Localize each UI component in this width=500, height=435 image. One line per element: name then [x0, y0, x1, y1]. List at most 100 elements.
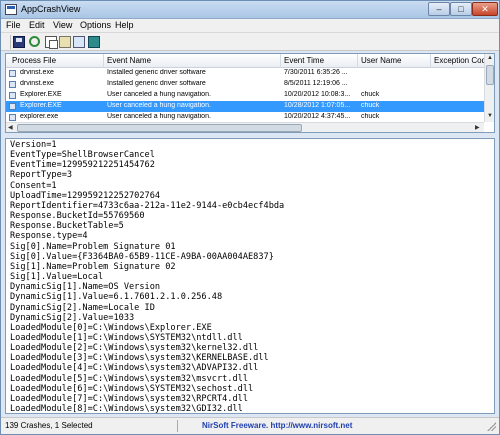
- cell-event-name: User canceled a hung navigation.: [107, 91, 211, 98]
- properties-icon[interactable]: [59, 36, 71, 48]
- report-line: DynamicSig[1].Name=OS Version: [10, 282, 161, 293]
- report-line: ReportIdentifier=4733c6aa-212a-11e2-9144…: [10, 200, 285, 211]
- cell-process-file: drvinst.exe: [20, 69, 54, 76]
- report-line: Sig[0].Value={F3364BA0-65B9-11CE-A9BA-00…: [10, 251, 274, 262]
- cell-process-file: drvinst.exe: [20, 80, 54, 87]
- toolbar-separator: [10, 35, 11, 49]
- cell-process-file: Explorer.EXE: [20, 102, 62, 109]
- cell-event-time: 8/5/2011 12:19:06 ...: [284, 80, 348, 87]
- scroll-up-icon[interactable]: ▲: [487, 55, 493, 61]
- menu-bar: File Edit View Options Help: [1, 19, 499, 33]
- scroll-right-icon[interactable]: ▶: [475, 124, 480, 131]
- menu-file[interactable]: File: [6, 20, 21, 30]
- report-line: UploadTime=129959212252702764: [10, 190, 161, 201]
- cell-event-time: 10/20/2012 4:37:45...: [284, 113, 351, 120]
- crash-report-icon: [9, 114, 16, 121]
- table-row[interactable]: Explorer.EXE User canceled a hung naviga…: [6, 90, 484, 101]
- cell-user-name: chuck: [361, 102, 380, 109]
- crash-details-pane[interactable]: Version=1 EventType=ShellBrowserCancel Eve…: [5, 138, 495, 414]
- menu-options[interactable]: Options: [80, 20, 111, 30]
- minimize-button[interactable]: –: [428, 2, 450, 16]
- cell-process-file: explorer.exe: [20, 113, 59, 120]
- toolbar: [1, 33, 499, 51]
- report-line: EventType=ShellBrowserCancel: [10, 150, 155, 161]
- nirsoft-link[interactable]: NirSoft Freeware. http://www.nirsoft.net: [202, 421, 352, 430]
- crash-report-icon: [9, 81, 16, 88]
- table-row[interactable]: drvinst.exe Installed generic driver sof…: [6, 79, 484, 90]
- column-header: Process File Event Name Event Time User …: [6, 54, 484, 68]
- report-line: LoadedModule[1]=C:\Windows\SYSTEM32\ntdl…: [10, 332, 243, 343]
- cell-user-name: chuck: [361, 113, 380, 120]
- html-report-icon[interactable]: [73, 36, 85, 48]
- column-user-name[interactable]: User Name: [361, 56, 431, 65]
- cell-user-name: chuck: [361, 91, 380, 98]
- cell-event-time: 10/28/2012 1:07:05...: [284, 102, 351, 109]
- report-line: LoadedModule[0]=C:\Windows\Explorer.EXE: [10, 322, 212, 333]
- report-line: LoadedModule[2]=C:\Windows\system32\kern…: [10, 343, 259, 354]
- menu-help[interactable]: Help: [115, 20, 134, 30]
- vertical-scroll-thumb[interactable]: [486, 65, 494, 85]
- title-bar[interactable]: AppCrashView – □ ✕: [1, 1, 499, 19]
- cell-event-name: User canceled a hung navigation.: [107, 102, 211, 109]
- cell-event-name: Installed generic driver software: [107, 80, 206, 87]
- column-divider[interactable]: [357, 54, 358, 68]
- maximize-button[interactable]: □: [450, 2, 472, 16]
- report-line: Consent=1: [10, 180, 57, 191]
- scroll-left-icon[interactable]: ◀: [8, 124, 13, 131]
- report-line: LoadedModule[3]=C:\Windows\system32\KERN…: [10, 353, 269, 364]
- column-event-name[interactable]: Event Name: [107, 56, 277, 65]
- column-divider[interactable]: [430, 54, 431, 68]
- report-line: Sig[1].Name=Problem Signature 02: [10, 261, 176, 272]
- column-divider[interactable]: [280, 54, 281, 68]
- horizontal-scroll-thumb[interactable]: [17, 124, 302, 132]
- cell-event-time: 10/20/2012 10:08:3...: [284, 91, 351, 98]
- report-line: DynamicSig[2].Value=1033: [10, 312, 135, 323]
- save-icon[interactable]: [13, 36, 25, 48]
- report-line: Sig[1].Value=Local: [10, 272, 104, 283]
- crash-report-icon: [9, 92, 16, 99]
- column-event-time[interactable]: Event Time: [284, 56, 356, 65]
- status-bar: 139 Crashes, 1 Selected NirSoft Freeware…: [1, 417, 499, 434]
- report-line: LoadedModule[5]=C:\Windows\system32\msvc…: [10, 373, 248, 384]
- crash-report-icon: [9, 70, 16, 77]
- column-process-file[interactable]: Process File: [12, 56, 102, 65]
- report-line: Response.type=4: [10, 231, 88, 242]
- cell-event-time: 7/30/2011 6:35:26 ...: [284, 69, 348, 76]
- report-line: Response.BucketId=55769560: [10, 211, 145, 222]
- resize-grip-icon[interactable]: [487, 422, 496, 431]
- status-divider: [177, 420, 178, 432]
- report-line: LoadedModule[6]=C:\Windows\SYSTEM32\sech…: [10, 383, 254, 394]
- report-line: Sig[0].Name=Problem Signature 01: [10, 241, 176, 252]
- report-line: EventTime=129959212251454762: [10, 160, 155, 171]
- vertical-scrollbar[interactable]: ▲ ▼: [484, 54, 494, 122]
- cell-event-name: Installed generic driver software: [107, 69, 206, 76]
- table-row[interactable]: drvinst.exe Installed generic driver sof…: [6, 68, 484, 79]
- report-line: DynamicSig[2].Name=Locale ID: [10, 302, 155, 313]
- app-icon: [5, 4, 17, 15]
- cell-event-name: User canceled a hung navigation.: [107, 113, 211, 120]
- report-line: LoadedModule[4]=C:\Windows\system32\ADVA…: [10, 363, 259, 374]
- window-title: AppCrashView: [21, 4, 81, 14]
- report-line: ReportType=3: [10, 170, 73, 181]
- refresh-icon[interactable]: [29, 36, 40, 47]
- copy-icon[interactable]: [45, 36, 58, 49]
- menu-edit[interactable]: Edit: [29, 20, 45, 30]
- report-line: Response.BucketTable=5: [10, 221, 124, 232]
- status-count: 139 Crashes, 1 Selected: [5, 421, 93, 430]
- column-divider[interactable]: [103, 54, 104, 68]
- cell-process-file: Explorer.EXE: [20, 91, 62, 98]
- table-row-selected[interactable]: Explorer.EXE User canceled a hung naviga…: [6, 101, 484, 112]
- horizontal-scrollbar[interactable]: ◀ ▶: [6, 122, 484, 132]
- report-line: DynamicSig[1].Value=6.1.7601.2.1.0.256.4…: [10, 292, 223, 303]
- report-line: LoadedModule[8]=C:\Windows\system32\GDI3…: [10, 404, 243, 414]
- exit-icon[interactable]: [88, 36, 100, 48]
- close-button[interactable]: ✕: [472, 2, 498, 16]
- app-window: AppCrashView – □ ✕ File Edit View Option…: [0, 0, 500, 435]
- scroll-down-icon[interactable]: ▼: [487, 113, 493, 119]
- report-line: LoadedModule[7]=C:\Windows\system32\RPCR…: [10, 393, 248, 404]
- menu-view[interactable]: View: [53, 20, 72, 30]
- column-exception-code[interactable]: Exception Code: [434, 56, 484, 65]
- crash-list[interactable]: Process File Event Name Event Time User …: [5, 53, 495, 133]
- crash-report-icon: [9, 103, 16, 110]
- report-line: Version=1: [10, 140, 57, 150]
